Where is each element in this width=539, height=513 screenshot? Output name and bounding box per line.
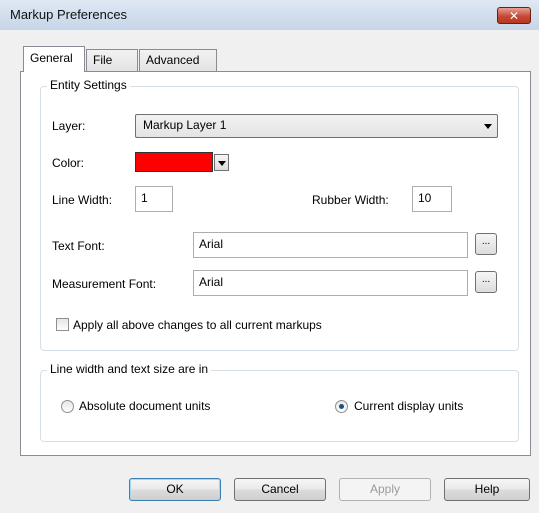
units-group-label: Line width and text size are in bbox=[47, 362, 212, 376]
text-font-label: Text Font: bbox=[52, 239, 105, 253]
tab-file[interactable]: File bbox=[86, 49, 138, 71]
rubber-width-label: Rubber Width: bbox=[312, 193, 389, 207]
close-button[interactable]: ✕ bbox=[497, 7, 531, 24]
absolute-units-radio[interactable] bbox=[61, 400, 74, 413]
measurement-font-browse-button[interactable]: ... bbox=[475, 271, 497, 293]
color-picker[interactable] bbox=[135, 152, 231, 172]
text-font-input[interactable]: Arial bbox=[193, 232, 468, 258]
line-width-label: Line Width: bbox=[52, 193, 113, 207]
cancel-button[interactable]: Cancel bbox=[234, 478, 326, 501]
chevron-down-icon bbox=[484, 124, 492, 129]
color-swatch[interactable] bbox=[135, 152, 213, 172]
tab-advanced[interactable]: Advanced bbox=[139, 49, 217, 71]
current-units-label[interactable]: Current display units bbox=[354, 399, 463, 413]
ok-button[interactable]: OK bbox=[129, 478, 221, 501]
entity-settings-label: Entity Settings bbox=[47, 78, 130, 92]
apply-all-label[interactable]: Apply all above changes to all current m… bbox=[73, 318, 322, 332]
layer-dropdown[interactable]: Markup Layer 1 bbox=[135, 114, 498, 138]
measurement-font-label: Measurement Font: bbox=[52, 277, 157, 291]
chevron-down-icon bbox=[218, 161, 226, 166]
close-icon: ✕ bbox=[508, 9, 520, 23]
tab-general[interactable]: General bbox=[23, 46, 85, 72]
layer-value: Markup Layer 1 bbox=[143, 118, 227, 132]
current-units-radio[interactable] bbox=[335, 400, 348, 413]
absolute-units-label[interactable]: Absolute document units bbox=[79, 399, 210, 413]
help-button[interactable]: Help bbox=[444, 478, 530, 501]
color-dropdown-button[interactable] bbox=[214, 154, 229, 171]
window-title: Markup Preferences bbox=[10, 7, 128, 22]
title-bar: Markup Preferences ✕ bbox=[0, 0, 539, 31]
apply-all-checkbox[interactable] bbox=[56, 318, 69, 331]
radio-selected-dot bbox=[339, 404, 344, 409]
tab-general-label: General bbox=[30, 51, 73, 65]
line-width-input[interactable]: 1 bbox=[135, 186, 173, 212]
apply-button[interactable]: Apply bbox=[339, 478, 431, 501]
tab-advanced-label: Advanced bbox=[146, 53, 200, 67]
layer-label: Layer: bbox=[52, 119, 86, 133]
color-label: Color: bbox=[52, 156, 85, 170]
text-font-browse-button[interactable]: ... bbox=[475, 233, 497, 255]
tab-file-label: File bbox=[93, 53, 113, 67]
measurement-font-input[interactable]: Arial bbox=[193, 270, 468, 296]
rubber-width-input[interactable]: 10 bbox=[412, 186, 452, 212]
